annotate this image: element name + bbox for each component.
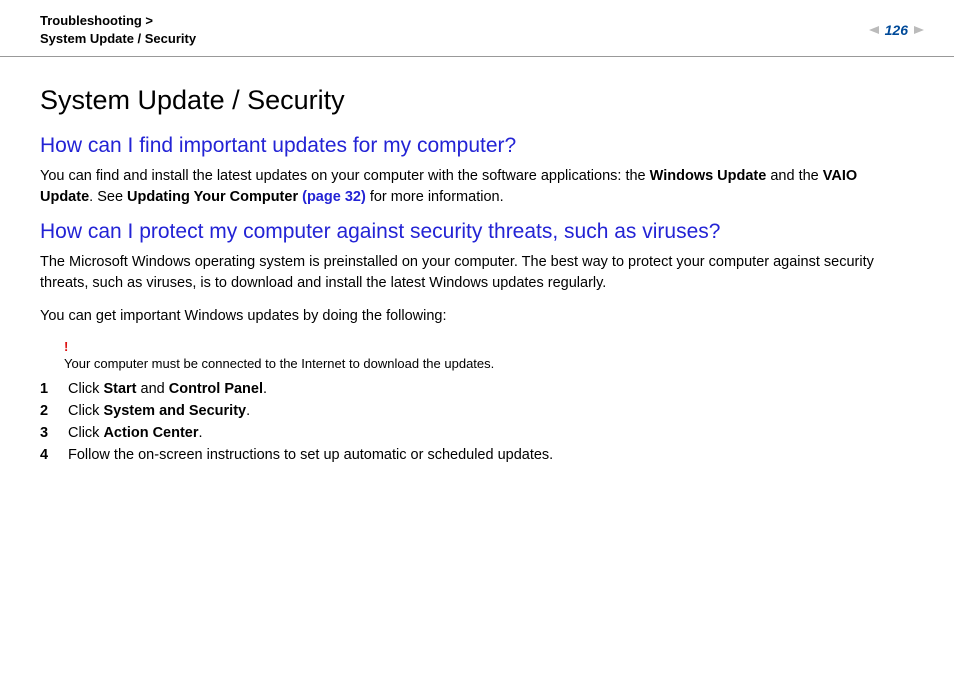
page-link[interactable]: (page 32) — [302, 189, 366, 205]
warning-note: ! Your computer must be connected to the… — [64, 339, 914, 371]
step-number: 4 — [40, 447, 68, 463]
page-title: System Update / Security — [40, 85, 914, 116]
text: You can find and install the latest upda… — [40, 168, 650, 184]
next-page-icon[interactable] — [914, 26, 924, 34]
page-content: System Update / Security How can I find … — [0, 57, 954, 463]
list-item: 3 Click Action Center. — [40, 425, 914, 441]
step-text: Follow the on-screen instructions to set… — [68, 447, 553, 463]
step-number: 1 — [40, 381, 68, 397]
steps-list: 1 Click Start and Control Panel. 2 Click… — [40, 381, 914, 463]
section-heading-security: How can I protect my computer against se… — [40, 220, 914, 244]
breadcrumb-line1: Troubleshooting > — [40, 12, 196, 30]
warning-text: Your computer must be connected to the I… — [64, 356, 494, 371]
bold-text: Windows Update — [650, 168, 767, 184]
text: . See — [89, 189, 127, 205]
step-text: Click Start and Control Panel. — [68, 381, 267, 397]
list-item: 2 Click System and Security. — [40, 403, 914, 419]
step-number: 3 — [40, 425, 68, 441]
section2-paragraph1: The Microsoft Windows operating system i… — [40, 252, 914, 294]
prev-page-icon[interactable] — [869, 26, 879, 34]
page-number: 126 — [885, 22, 908, 38]
step-number: 2 — [40, 403, 68, 419]
section-heading-updates: How can I find important updates for my … — [40, 134, 914, 158]
text: and the — [766, 168, 822, 184]
step-text: Click System and Security. — [68, 403, 250, 419]
section1-paragraph: You can find and install the latest upda… — [40, 166, 914, 208]
page-nav: 126 — [869, 12, 924, 38]
bold-text: Updating Your Computer — [127, 189, 302, 205]
step-text: Click Action Center. — [68, 425, 203, 441]
list-item: 1 Click Start and Control Panel. — [40, 381, 914, 397]
warning-icon: ! — [64, 339, 914, 354]
page-header: Troubleshooting > System Update / Securi… — [0, 0, 954, 57]
list-item: 4 Follow the on-screen instructions to s… — [40, 447, 914, 463]
section2-paragraph2: You can get important Windows updates by… — [40, 306, 914, 327]
text: for more information. — [366, 189, 504, 205]
breadcrumb-line2: System Update / Security — [40, 30, 196, 48]
breadcrumb: Troubleshooting > System Update / Securi… — [40, 12, 196, 48]
